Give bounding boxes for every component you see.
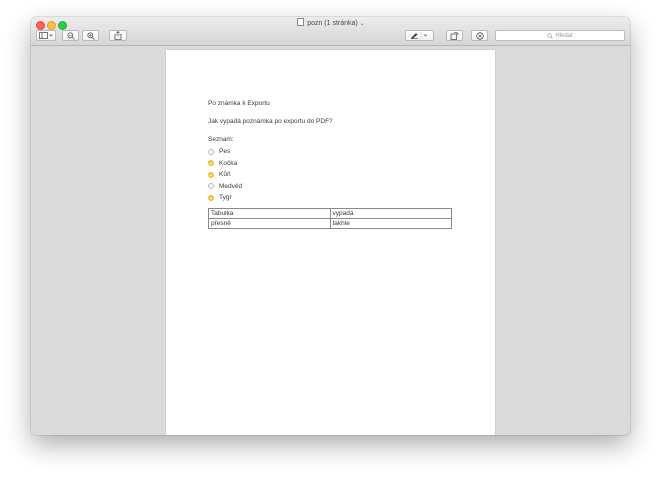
share-button[interactable] xyxy=(109,30,127,41)
titlebar: pozn (1 stránka) ⌄ Hledat xyxy=(31,17,630,46)
checklist-item: Kočka xyxy=(208,158,242,170)
document-viewer[interactable]: Po známka k Exportu Jak vypadá poznámka … xyxy=(31,46,630,435)
table-row: Tabulka vypadá xyxy=(208,208,452,219)
pdf-page[interactable]: Po známka k Exportu Jak vypadá poznámka … xyxy=(166,50,495,435)
minimize-window-button[interactable] xyxy=(47,21,56,30)
search-placeholder: Hledat xyxy=(555,32,573,39)
unchecked-circle-icon[interactable] xyxy=(208,183,214,190)
checklist-item-label: Kočka xyxy=(219,159,238,167)
window-title-text: pozn (1 stránka) xyxy=(307,20,358,27)
checked-circle-icon[interactable] xyxy=(208,171,214,178)
checklist-item-label: Tygr xyxy=(219,194,232,202)
sidebar-icon xyxy=(39,32,53,39)
zoom-in-button[interactable] xyxy=(82,30,99,41)
rotate-icon xyxy=(450,32,459,40)
table-cell: takhle xyxy=(329,218,452,229)
checked-circle-icon[interactable] xyxy=(208,194,214,201)
document-question: Jak vypadá poznámka po exportu do PDF? xyxy=(208,118,333,125)
annotate-button[interactable] xyxy=(471,30,488,41)
zoom-in-icon xyxy=(86,31,95,40)
checklist-item: Medvěd xyxy=(208,181,242,193)
markup-button[interactable] xyxy=(405,30,434,41)
window-title[interactable]: pozn (1 stránka) ⌄ xyxy=(281,18,381,27)
checklist: Pes Kočka Kůň Medvěd Tygr xyxy=(208,146,242,204)
checklist-item: Kůň xyxy=(208,169,242,181)
document-heading: Po známka k Exportu xyxy=(208,100,270,107)
unchecked-circle-icon[interactable] xyxy=(208,148,214,155)
list-label: Seznam: xyxy=(208,136,234,143)
search-input[interactable]: Hledat xyxy=(495,30,625,41)
table-cell: přesně xyxy=(208,218,331,229)
close-circle-icon xyxy=(475,31,484,40)
checklist-item: Pes xyxy=(208,146,242,158)
checklist-item-label: Kůň xyxy=(219,171,231,179)
table-cell: Tabulka xyxy=(208,208,331,219)
table-row: přesně takhle xyxy=(208,218,452,229)
rotate-button[interactable] xyxy=(446,30,463,41)
search-icon xyxy=(547,32,554,39)
document-table: Tabulka vypadá přesně takhle xyxy=(208,208,452,229)
checklist-item: Tygr xyxy=(208,192,242,204)
table-cell: vypadá xyxy=(329,208,452,219)
title-chevron-icon: ⌄ xyxy=(359,21,365,27)
zoom-out-icon xyxy=(66,31,75,40)
share-icon xyxy=(114,31,122,40)
document-icon xyxy=(297,18,305,26)
close-window-button[interactable] xyxy=(36,21,45,30)
sidebar-toggle-button[interactable] xyxy=(36,30,56,41)
zoom-window-button[interactable] xyxy=(58,21,67,30)
zoom-out-button[interactable] xyxy=(62,30,79,41)
pen-icon xyxy=(410,32,427,39)
checklist-item-label: Medvěd xyxy=(219,182,243,190)
preview-window: pozn (1 stránka) ⌄ Hledat Po známka k Ex… xyxy=(31,17,630,435)
checklist-item-label: Pes xyxy=(219,148,231,156)
checked-circle-icon[interactable] xyxy=(208,160,214,167)
